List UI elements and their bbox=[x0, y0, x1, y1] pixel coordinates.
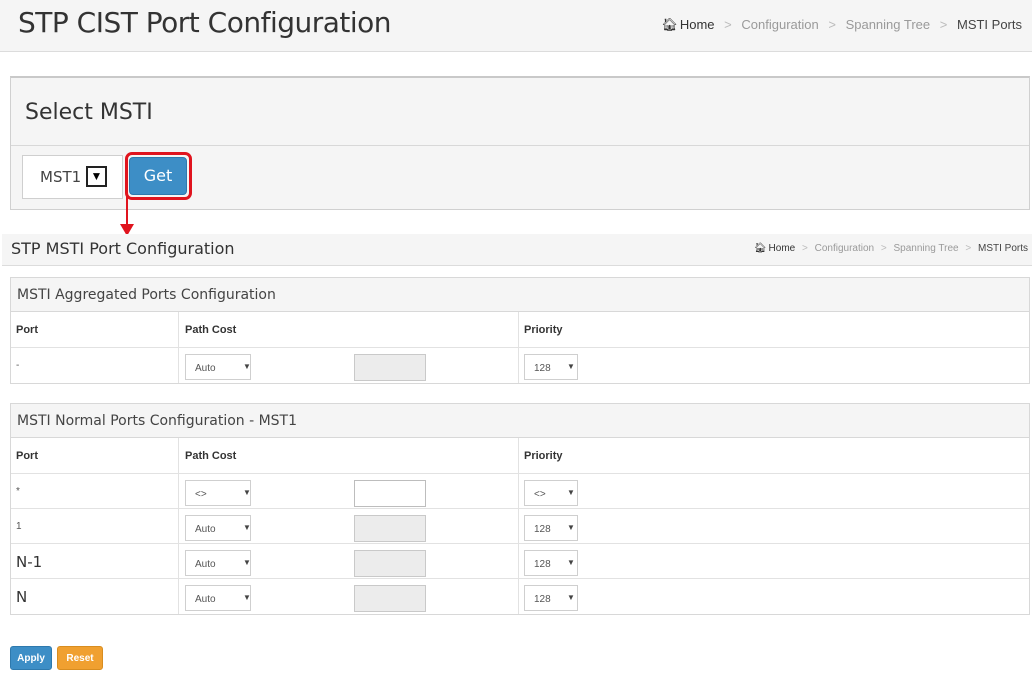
home-icon[interactable]: 🏠︎ bbox=[754, 243, 767, 254]
table-row: 1 Auto ▼ 128 ▼ bbox=[11, 509, 1029, 544]
breadcrumb-item-configuration[interactable]: Configuration bbox=[741, 17, 818, 32]
home-icon[interactable]: 🏠︎ bbox=[661, 17, 678, 33]
breadcrumb-home[interactable]: Home bbox=[769, 243, 796, 254]
normal-ports-table: MSTI Normal Ports Configuration - MST1 P… bbox=[10, 403, 1030, 615]
table-row: - Auto ▼ 128 ▼ bbox=[11, 348, 1029, 383]
path-cost-input[interactable] bbox=[354, 480, 426, 507]
priority-select[interactable]: 128 ▼ bbox=[524, 550, 578, 576]
priority-value: <> bbox=[534, 489, 546, 500]
breadcrumb-current: MSTI Ports bbox=[977, 243, 1028, 254]
priority-value: 128 bbox=[534, 594, 551, 605]
priority-select[interactable]: 128 ▼ bbox=[524, 515, 578, 541]
get-button[interactable]: Get bbox=[129, 157, 187, 195]
path-cost-value: Auto bbox=[195, 594, 216, 605]
column-header-priority: Priority bbox=[524, 324, 563, 336]
priority-select[interactable]: 128 ▼ bbox=[524, 585, 578, 611]
column-header-path-cost: Path Cost bbox=[185, 324, 237, 336]
port-label: * bbox=[16, 486, 20, 497]
dropdown-arrow-icon: ▼ bbox=[567, 362, 575, 371]
top-header: STP CIST Port Configuration 🏠︎ Home > Con… bbox=[0, 0, 1032, 52]
select-msti-title: Select MSTI bbox=[25, 100, 153, 125]
path-cost-input bbox=[354, 354, 426, 381]
divider bbox=[11, 145, 1029, 146]
path-cost-input bbox=[354, 515, 426, 542]
table-header-row: Port Path Cost Priority bbox=[11, 312, 1029, 348]
dropdown-arrow-icon: ▼ bbox=[567, 523, 575, 532]
normal-ports-title: MSTI Normal Ports Configuration - MST1 bbox=[11, 404, 1029, 438]
table-header-row: Port Path Cost Priority bbox=[11, 438, 1029, 474]
dropdown-arrow-icon: ▼ bbox=[243, 593, 251, 602]
path-cost-input bbox=[354, 550, 426, 577]
path-cost-select[interactable]: <> ▼ bbox=[185, 480, 251, 506]
apply-button[interactable]: Apply bbox=[10, 646, 52, 670]
dropdown-arrow-icon: ▼ bbox=[567, 593, 575, 602]
breadcrumb-separator: > bbox=[880, 243, 887, 254]
path-cost-input bbox=[354, 585, 426, 612]
breadcrumb: 🏠︎ Home > Configuration > Spanning Tree >… bbox=[661, 17, 1022, 33]
table-row: N Auto ▼ 128 ▼ bbox=[11, 579, 1029, 614]
priority-select[interactable]: 128 ▼ bbox=[524, 354, 578, 380]
dropdown-arrow-icon: ▼ bbox=[567, 488, 575, 497]
path-cost-value: Auto bbox=[195, 363, 216, 374]
sub-breadcrumb: 🏠︎ Home > Configuration > Spanning Tree >… bbox=[754, 243, 1028, 254]
dropdown-arrow-icon: ▼ bbox=[243, 362, 251, 371]
dropdown-arrow-icon: ▼ bbox=[243, 558, 251, 567]
chevron-down-icon[interactable]: ▼ bbox=[86, 166, 107, 187]
path-cost-select[interactable]: Auto ▼ bbox=[185, 585, 251, 611]
table-row: * <> ▼ <> ▼ bbox=[11, 474, 1029, 509]
breadcrumb-home[interactable]: Home bbox=[680, 17, 715, 32]
priority-select[interactable]: <> ▼ bbox=[524, 480, 578, 506]
path-cost-value: Auto bbox=[195, 524, 216, 535]
breadcrumb-separator: > bbox=[724, 17, 732, 32]
msti-select-value: MST1 bbox=[40, 168, 82, 186]
column-header-priority: Priority bbox=[524, 450, 563, 462]
port-label: N bbox=[16, 588, 28, 606]
column-header-port: Port bbox=[16, 324, 38, 336]
page-title: STP CIST Port Configuration bbox=[18, 6, 392, 39]
breadcrumb-separator: > bbox=[965, 243, 972, 254]
dropdown-arrow-icon: ▼ bbox=[243, 523, 251, 532]
msti-select[interactable]: MST1 ▼ bbox=[22, 155, 123, 199]
path-cost-value: Auto bbox=[195, 559, 216, 570]
aggregated-ports-title: MSTI Aggregated Ports Configuration bbox=[11, 278, 1029, 312]
sub-page-title: STP MSTI Port Configuration bbox=[11, 239, 235, 258]
breadcrumb-separator: > bbox=[939, 17, 948, 32]
column-header-port: Port bbox=[16, 450, 38, 462]
column-header-path-cost: Path Cost bbox=[185, 450, 237, 462]
priority-value: 128 bbox=[534, 524, 551, 535]
aggregated-ports-table: MSTI Aggregated Ports Configuration Port… bbox=[10, 277, 1030, 384]
breadcrumb-item-configuration[interactable]: Configuration bbox=[815, 243, 874, 254]
dropdown-arrow-icon: ▼ bbox=[567, 558, 575, 567]
table-row: N-1 Auto ▼ 128 ▼ bbox=[11, 544, 1029, 579]
port-label: 1 bbox=[16, 521, 22, 532]
path-cost-select[interactable]: Auto ▼ bbox=[185, 354, 251, 380]
dropdown-arrow-icon: ▼ bbox=[243, 488, 251, 497]
select-msti-panel: Select MSTI MST1 ▼ Get bbox=[10, 76, 1030, 210]
breadcrumb-item-spanning-tree[interactable]: Spanning Tree bbox=[846, 17, 931, 32]
priority-value: 128 bbox=[534, 559, 551, 570]
reset-button[interactable]: Reset bbox=[57, 646, 103, 670]
sub-header: STP MSTI Port Configuration 🏠︎ Home > Con… bbox=[2, 234, 1032, 266]
breadcrumb-current: MSTI Ports bbox=[956, 17, 1022, 32]
port-label: - bbox=[16, 360, 20, 371]
port-label: N-1 bbox=[16, 553, 43, 571]
path-cost-select[interactable]: Auto ▼ bbox=[185, 550, 251, 576]
breadcrumb-item-spanning-tree[interactable]: Spanning Tree bbox=[894, 243, 959, 254]
breadcrumb-separator: > bbox=[802, 243, 808, 254]
breadcrumb-separator: > bbox=[828, 17, 836, 32]
path-cost-value: <> bbox=[195, 489, 207, 500]
path-cost-select[interactable]: Auto ▼ bbox=[185, 515, 251, 541]
priority-value: 128 bbox=[534, 363, 551, 374]
